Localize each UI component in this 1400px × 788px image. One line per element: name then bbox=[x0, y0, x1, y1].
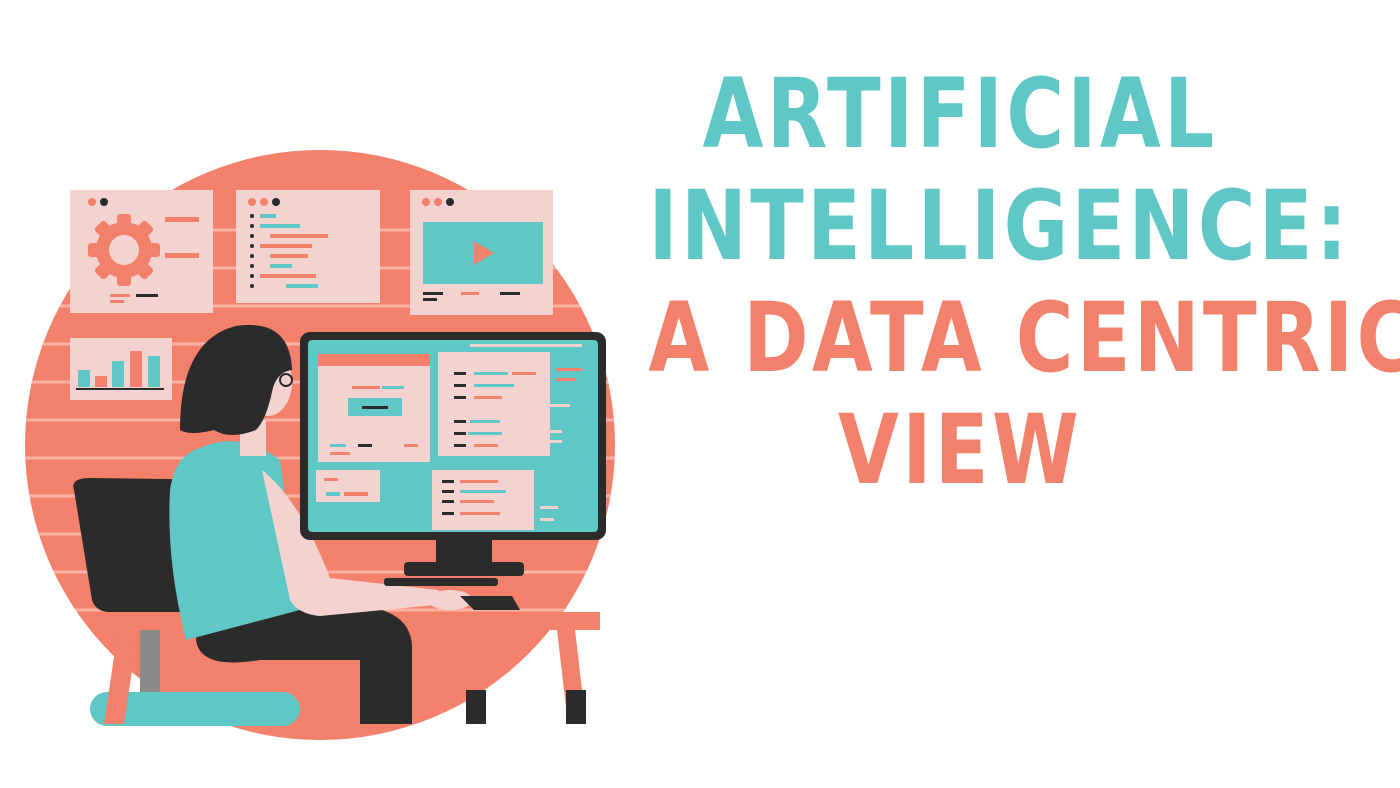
title-line-4: VIEW bbox=[838, 394, 1082, 506]
title-line-3: A DATA CENTRIC bbox=[648, 282, 1400, 394]
gear-icon bbox=[88, 214, 160, 286]
title-line-2: INTELLIGENCE: bbox=[648, 170, 1351, 282]
keyboard bbox=[384, 578, 498, 586]
computer-monitor bbox=[300, 332, 606, 576]
hero-banner: ARTIFICIAL INTELLIGENCE: A DATA CENTRIC … bbox=[0, 0, 1400, 788]
workspace-illustration bbox=[25, 150, 615, 740]
stats-panel bbox=[70, 338, 172, 400]
title-line-1: ARTIFICIAL bbox=[702, 58, 1218, 170]
video-panel bbox=[410, 190, 553, 315]
code-panel bbox=[236, 190, 380, 303]
settings-panel bbox=[70, 190, 213, 313]
page-title: ARTIFICIAL INTELLIGENCE: A DATA CENTRIC … bbox=[648, 58, 1400, 506]
